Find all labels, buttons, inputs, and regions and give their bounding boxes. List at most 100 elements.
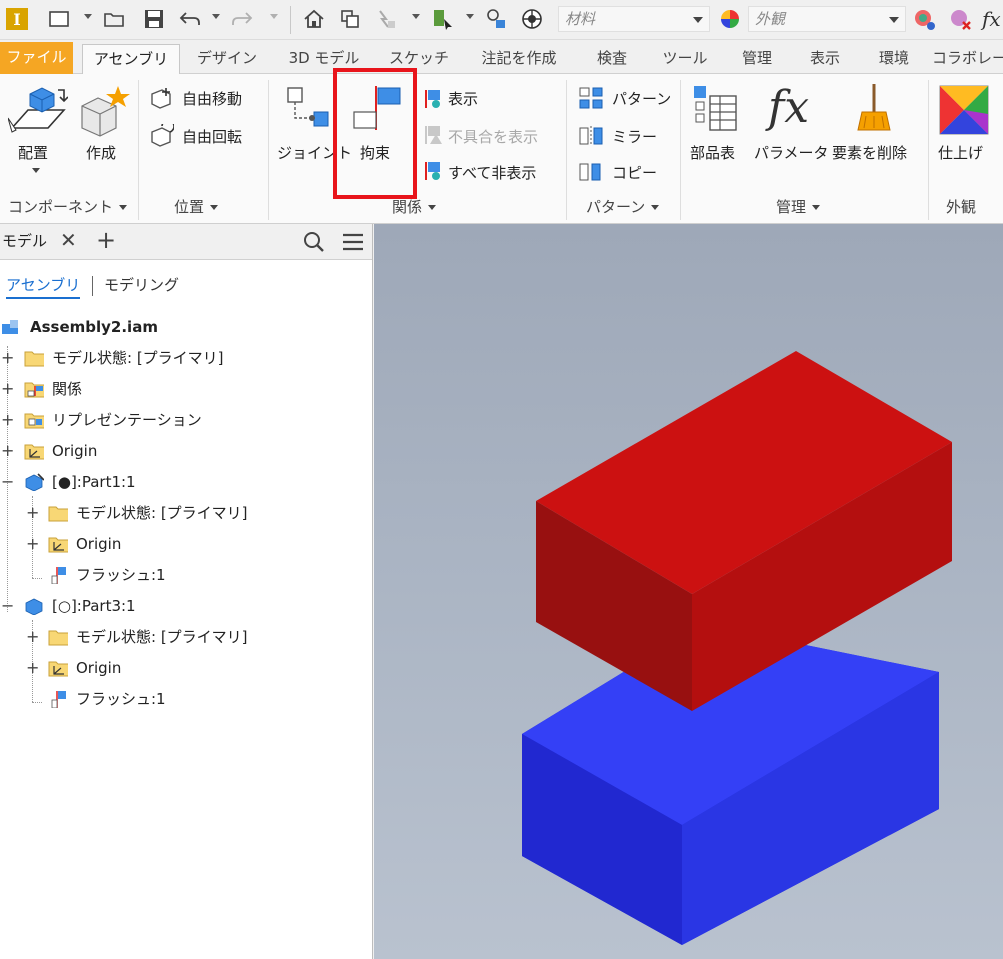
parameters-button[interactable]: パラメータ — [754, 142, 829, 163]
tree-item-label: フラッシュ:1 — [76, 566, 166, 584]
pattern-button[interactable]: パターン — [612, 88, 671, 109]
view-tab-modeling[interactable]: モデリング — [104, 274, 179, 295]
save-icon[interactable] — [140, 6, 168, 32]
pattern-icon[interactable] — [578, 86, 604, 114]
tab-assemble[interactable]: アセンブリ — [82, 44, 180, 75]
inventor-logo-icon[interactable]: I — [4, 6, 30, 32]
tab-view[interactable]: 表示 — [794, 44, 856, 74]
chevron-down-icon — [889, 17, 899, 23]
collapse-icon[interactable]: − — [1, 469, 14, 495]
menu-icon[interactable] — [342, 232, 364, 256]
finish-cube-icon[interactable] — [938, 84, 990, 140]
search-icon[interactable] — [302, 230, 326, 258]
bom-button[interactable]: 部品表 — [690, 142, 735, 163]
expand-icon[interactable]: + — [1, 438, 14, 464]
mirror-button[interactable]: ミラー — [612, 126, 657, 147]
delete-face-broom-icon[interactable] — [854, 82, 894, 140]
redo-dropdown-icon[interactable] — [270, 14, 278, 19]
tree-line — [32, 702, 42, 703]
origin-folder-icon — [48, 661, 68, 677]
free-rotate-button[interactable]: 自由回転 — [182, 126, 242, 147]
place-button[interactable]: 配置 — [18, 142, 48, 163]
origin-folder-icon — [24, 444, 44, 460]
expand-icon[interactable]: + — [26, 500, 39, 526]
color-wheel-icon[interactable] — [518, 6, 546, 32]
projects-icon[interactable] — [336, 6, 364, 32]
appearance-palette-icon[interactable] — [716, 6, 744, 32]
position-group-label[interactable]: 位置 — [174, 196, 219, 218]
redo-icon[interactable] — [228, 6, 256, 32]
select-icon[interactable] — [428, 6, 456, 32]
show-button[interactable]: 表示 — [448, 88, 478, 109]
bom-icon[interactable] — [692, 84, 742, 138]
red-box-part1[interactable] — [536, 351, 952, 711]
origin-folder-icon — [48, 537, 68, 553]
create-button[interactable]: 作成 — [86, 142, 116, 163]
undo-dropdown-icon[interactable] — [212, 14, 220, 19]
tab-tools[interactable]: ツール — [650, 44, 720, 74]
tab-environments[interactable]: 環境 — [862, 44, 926, 74]
close-icon[interactable]: ✕ — [60, 228, 77, 252]
tab-manage[interactable]: 管理 — [726, 44, 788, 74]
expand-icon[interactable]: + — [1, 345, 14, 371]
finish-button[interactable]: 仕上げ — [938, 142, 983, 163]
expand-icon[interactable]: + — [26, 531, 39, 557]
expand-icon[interactable]: + — [26, 624, 39, 650]
expand-icon[interactable]: + — [1, 407, 14, 433]
tab-file[interactable]: ファイル — [0, 42, 73, 74]
adjust-appearance-icon[interactable] — [910, 6, 938, 32]
fx-parameters-quick-icon[interactable]: fx — [982, 6, 1003, 32]
free-move-button[interactable]: 自由移動 — [182, 88, 242, 109]
component-group-label[interactable]: コンポーネント — [8, 196, 128, 218]
select-dropdown-icon[interactable] — [466, 14, 474, 19]
expand-icon[interactable]: + — [1, 376, 14, 402]
part-icon — [25, 598, 43, 615]
ifeature-icon[interactable] — [482, 6, 510, 32]
pattern-group-label[interactable]: パターン — [586, 196, 660, 218]
manage-group-label[interactable]: 管理 — [776, 196, 821, 218]
hide-all-button[interactable]: すべて非表示 — [448, 162, 536, 183]
tab-inspect[interactable]: 検査 — [580, 44, 644, 74]
undo-icon[interactable] — [176, 6, 204, 32]
tab-annotate[interactable]: 注記を作成 — [464, 44, 574, 74]
hide-all-icon[interactable] — [420, 160, 442, 186]
appearance-combo[interactable]: 外観 — [748, 6, 906, 32]
tree-item-label: Assembly2.iam — [30, 318, 158, 336]
update-icon[interactable] — [372, 6, 400, 32]
folder-icon — [48, 506, 68, 522]
joint-icon[interactable] — [286, 84, 336, 140]
place-dropdown-icon[interactable] — [32, 168, 40, 173]
open-folder-icon[interactable] — [100, 6, 128, 32]
copy-button[interactable]: コピー — [612, 162, 657, 183]
tree-item-label: Origin — [76, 535, 122, 553]
component-group-text: コンポーネント — [8, 198, 114, 216]
add-tab-icon[interactable]: + — [96, 226, 116, 254]
place-component-icon[interactable] — [7, 84, 69, 144]
expand-icon[interactable]: + — [26, 655, 39, 681]
mirror-icon[interactable] — [578, 124, 604, 152]
copy-icon[interactable] — [578, 160, 604, 188]
clear-appearance-icon[interactable] — [946, 6, 974, 32]
view-tab-assembly[interactable]: アセンブリ — [6, 274, 81, 299]
appearance-group-label[interactable]: 外観 — [946, 196, 976, 218]
delete-face-button[interactable]: 要素を削除 — [832, 142, 907, 163]
free-move-icon[interactable] — [148, 86, 174, 116]
home-icon[interactable] — [300, 6, 328, 32]
fx-parameters-icon[interactable]: fx — [764, 80, 820, 138]
show-icon[interactable] — [420, 88, 442, 114]
tab-design[interactable]: デザイン — [186, 44, 268, 74]
new-dropdown-icon[interactable] — [84, 14, 92, 19]
material-combo[interactable]: 材料 — [558, 6, 710, 32]
collapse-icon[interactable]: − — [1, 593, 14, 619]
show-sick-button[interactable]: 不具合を表示 — [448, 126, 538, 147]
relationships-group-label[interactable]: 関係 — [392, 196, 437, 218]
svg-text:fx: fx — [765, 82, 809, 133]
new-file-icon[interactable] — [44, 6, 72, 32]
free-rotate-icon[interactable] — [148, 119, 175, 154]
tab-collaborate[interactable]: コラボレー — [932, 44, 1003, 74]
create-component-icon[interactable] — [76, 84, 132, 144]
graphics-viewport[interactable] — [374, 224, 1003, 959]
svg-text:I: I — [13, 10, 20, 29]
update-dropdown-icon[interactable] — [412, 14, 420, 19]
ribbon-panel: 配置 作成 コンポーネント 自由移動 自由回転 位置 ジョイント 拘束 表示 不… — [0, 68, 1003, 224]
